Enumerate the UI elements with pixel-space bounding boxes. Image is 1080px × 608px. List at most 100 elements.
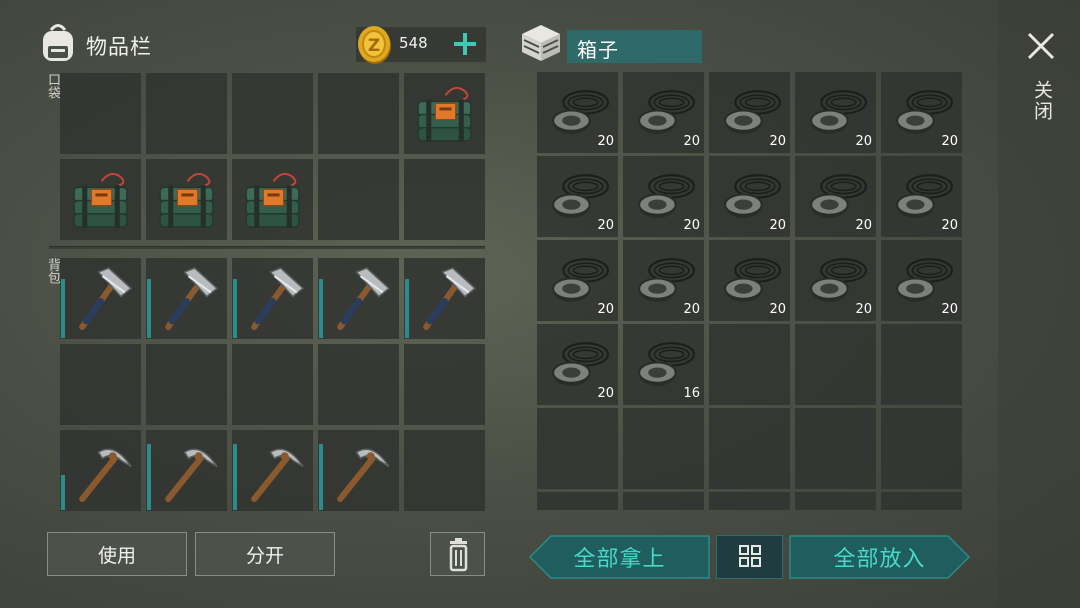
pocket-slot[interactable] [318, 159, 399, 240]
durability-bar [61, 475, 65, 510]
explosive-charge-icon [73, 172, 128, 228]
box-slot[interactable]: 20 [623, 72, 704, 153]
take-all-button[interactable]: 全部拿上 [529, 535, 710, 579]
pocket-slot[interactable] [146, 159, 227, 240]
box-slot[interactable]: 20 [881, 156, 962, 237]
split-button[interactable]: 分开 [195, 532, 335, 576]
close-button[interactable]: 关闭 [1029, 80, 1056, 122]
backpack-slot[interactable] [232, 430, 313, 511]
backpack-slot[interactable] [60, 258, 141, 339]
item-quantity: 20 [941, 134, 958, 149]
box-slot[interactable]: 20 [537, 156, 618, 237]
item-quantity: 20 [769, 218, 786, 233]
box-slot[interactable]: 20 [795, 72, 876, 153]
backpack-slot[interactable] [318, 430, 399, 511]
trash-icon [449, 538, 468, 572]
box-slot[interactable]: 20 [881, 72, 962, 153]
box-slot[interactable] [537, 492, 618, 510]
box-slot[interactable] [881, 492, 962, 510]
trash-button[interactable] [430, 532, 485, 576]
item-quantity: 20 [597, 386, 614, 401]
pocket-slot[interactable] [404, 159, 485, 240]
durability-bar [319, 444, 323, 510]
box-slot[interactable]: 20 [537, 240, 618, 321]
box-slot[interactable]: 20 [795, 240, 876, 321]
pocket-slot[interactable] [232, 159, 313, 240]
durability-bar [319, 279, 323, 338]
box-slot[interactable]: 20 [881, 240, 962, 321]
pocket-slot[interactable] [146, 73, 227, 154]
backpack-slot[interactable] [404, 430, 485, 511]
backpack-slot[interactable] [232, 344, 313, 425]
item-quantity: 20 [941, 218, 958, 233]
hammer-icon [165, 267, 219, 330]
pickaxe-icon [251, 448, 304, 502]
durability-bar [233, 444, 237, 510]
box-slot[interactable]: 20 [623, 240, 704, 321]
box-title: 箱子 [577, 38, 619, 62]
crate-icon [518, 22, 564, 64]
backpack-slot[interactable] [146, 430, 227, 511]
hammer-icon [423, 267, 477, 330]
box-slot[interactable] [623, 408, 704, 489]
section-divider [49, 246, 485, 249]
box-slot[interactable]: 20 [537, 324, 618, 405]
plus-icon[interactable] [451, 30, 479, 58]
durability-bar [233, 279, 237, 338]
backpack-slot[interactable] [232, 258, 313, 339]
box-grid: 20 20 20 20 20 20 20 20 20 20 20 20 20 2… [537, 72, 963, 510]
use-button[interactable]: 使用 [47, 532, 187, 576]
durability-bar [405, 279, 409, 338]
svg-text:Z: Z [368, 36, 380, 56]
backpack-slot[interactable] [404, 258, 485, 339]
box-slot[interactable]: 16 [623, 324, 704, 405]
item-quantity: 20 [855, 302, 872, 317]
box-slot[interactable] [795, 324, 876, 405]
backpack-slot[interactable] [318, 258, 399, 339]
durability-bar [61, 279, 65, 338]
box-slot[interactable]: 20 [709, 240, 790, 321]
pickaxe-icon [337, 448, 390, 502]
pocket-slot[interactable] [404, 73, 485, 154]
explosive-charge-icon [245, 172, 300, 228]
box-slot[interactable] [881, 324, 962, 405]
backpack-slot[interactable] [146, 344, 227, 425]
box-slot[interactable] [795, 408, 876, 489]
box-slot[interactable]: 20 [795, 156, 876, 237]
backpack-slot[interactable] [60, 430, 141, 511]
close-icon[interactable] [1025, 30, 1057, 62]
item-quantity: 20 [597, 302, 614, 317]
item-quantity: 20 [597, 218, 614, 233]
explosive-charge-icon [417, 86, 472, 142]
backpack-slot[interactable] [404, 344, 485, 425]
pocket-slot[interactable] [318, 73, 399, 154]
box-slot[interactable] [709, 408, 790, 489]
item-quantity: 20 [683, 302, 700, 317]
inventory-title: 物品栏 [86, 35, 152, 59]
item-quantity: 20 [769, 302, 786, 317]
durability-bar [147, 444, 151, 510]
backpack-slot[interactable] [318, 344, 399, 425]
pocket-slot[interactable] [232, 73, 313, 154]
box-slot[interactable]: 20 [709, 72, 790, 153]
box-slot[interactable]: 20 [537, 72, 618, 153]
backpack-slot[interactable] [146, 258, 227, 339]
box-slot[interactable] [795, 492, 876, 510]
box-slot[interactable] [537, 408, 618, 489]
box-slot[interactable] [881, 408, 962, 489]
coin-amount: 548 [399, 34, 428, 52]
box-slot[interactable]: 20 [709, 156, 790, 237]
put-all-button[interactable]: 全部放入 [789, 535, 970, 579]
box-slot[interactable]: 20 [623, 156, 704, 237]
box-slot[interactable] [709, 324, 790, 405]
backpack-slot[interactable] [60, 344, 141, 425]
pickaxe-icon [79, 448, 132, 502]
box-slot[interactable] [623, 492, 704, 510]
coin-icon: Z [356, 25, 394, 65]
pocket-slot[interactable] [60, 159, 141, 240]
hammer-icon [251, 267, 305, 330]
sort-button[interactable] [716, 535, 783, 579]
item-quantity: 20 [597, 134, 614, 149]
box-slot[interactable] [709, 492, 790, 510]
pocket-slot[interactable] [60, 73, 141, 154]
